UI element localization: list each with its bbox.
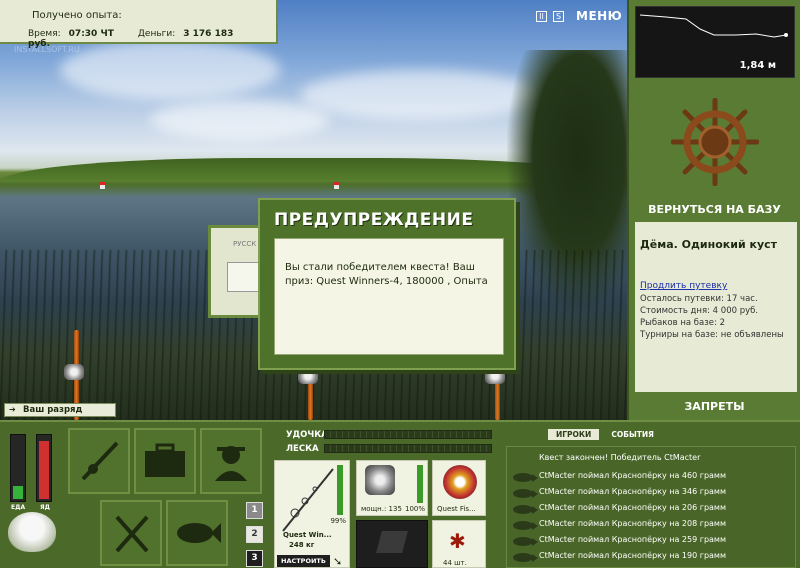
events-list: Квест закончен! Победитель CtMacter CtMa… (506, 446, 796, 568)
sound-button[interactable]: S (553, 10, 564, 22)
depth-value: 1,84 м (739, 60, 776, 71)
ant-icon: ✱ (449, 529, 466, 553)
events-panel: ИГРОКИ СОБЫТИЯ Квест закончен! Победител… (500, 424, 800, 568)
rod-slot[interactable]: 99% Quest Win... 248 кг НАСТРОИТЬ ➘ (274, 460, 350, 568)
reel-slot[interactable]: мощн.: 135 100% (356, 460, 428, 516)
warning-dialog[interactable]: ПРЕДУПРЕЖДЕНИЕ Вы стали победителем квес… (258, 198, 516, 370)
knife-fork-icon (115, 515, 149, 553)
reel-power: мощн.: 135 (361, 505, 402, 513)
rod-icon (282, 468, 334, 532)
location-name: Дёма. Одинокий куст (640, 238, 778, 251)
bans-button[interactable]: ЗАПРЕТЫ (629, 400, 800, 413)
list-item: CtMacter поймал Краснопёрку на 259 грамм (539, 535, 726, 544)
rod-wear-bar (337, 465, 343, 515)
food-gauge (10, 434, 26, 502)
float-icon (376, 531, 408, 553)
list-item: CtMacter поймал Краснопёрку на 206 грамм (539, 503, 726, 512)
float-bobber[interactable] (334, 182, 339, 189)
ship-wheel-icon[interactable] (671, 98, 759, 186)
reel-icon (365, 465, 395, 495)
tab-players[interactable]: ИГРОКИ (548, 429, 600, 440)
location-info: Дёма. Одинокий куст Продлить путевку Ост… (635, 222, 797, 392)
fish-icon (513, 473, 538, 482)
line-spool-icon (443, 465, 477, 499)
poison-label: ЯД (40, 504, 50, 511)
depth-meter: 1,84 м (635, 6, 795, 78)
dialog-message: Вы стали победителем квеста! Ваш приз: Q… (274, 238, 504, 355)
experience-label: Получено опыта: (32, 10, 122, 21)
food-bowl-icon[interactable] (8, 512, 56, 552)
page-3-button[interactable]: 3 (246, 550, 263, 567)
money-label: Деньги: (137, 29, 176, 39)
cloud (300, 70, 540, 120)
fish-icon (513, 489, 538, 498)
tackle-panel: УДОЧКА ЛЕСКА 99% Quest Win... 248 кг НАС… (272, 424, 498, 568)
dialog-title: ПРЕДУПРЕЖДЕНИЕ (274, 210, 474, 230)
events-tabs: ИГРОКИ СОБЫТИЯ (548, 429, 662, 440)
bottom-panel: ЕДА ЯД 1 2 3 УДОЧКА ЛЕСКА 99% Quest Win.… (0, 420, 800, 568)
time-label: Время: (28, 29, 61, 39)
page-2-button[interactable]: 2 (246, 526, 263, 543)
reel-wear-bar (417, 465, 423, 503)
bait-count: 44 шт. (443, 559, 467, 567)
float-bobber[interactable] (100, 182, 105, 189)
list-item: CtMacter поймал Краснопёрку на 346 грамм (539, 487, 726, 496)
reel-percent: 100% (404, 505, 425, 513)
tournaments-status: Турниры на базе: не объявлены (640, 330, 784, 340)
menu-button[interactable]: МЕНЮ (576, 9, 622, 23)
rank-notification[interactable]: ➔ Ваш разряд вырос! (4, 403, 116, 427)
permit-remaining: Осталось путевки: 17 час. (640, 294, 758, 304)
food-label: ЕДА (11, 504, 26, 511)
list-item: CtMacter поймал Краснопёрку на 460 грамм (539, 471, 726, 480)
time-value: 07:30 ЧТ (68, 29, 114, 39)
fish-icon (177, 523, 221, 543)
rod-weight: 248 кг (289, 541, 315, 549)
bait-slot[interactable]: ✱ 44 шт. (432, 520, 486, 568)
float-slot[interactable] (356, 520, 428, 568)
tab-events[interactable]: СОБЫТИЯ (603, 429, 662, 440)
fish-icon (513, 553, 538, 562)
right-panel: 1,84 м ВЕРНУТЬСЯ НА БАЗУ Дёма. Одинокий … (627, 0, 800, 420)
day-cost: Стоимость дня: 4 000 руб. (640, 306, 759, 316)
cloud (150, 100, 330, 140)
fishing-rod-icon (81, 441, 119, 481)
fish-icon (513, 521, 538, 530)
rod-name: Quest Win... (283, 531, 332, 539)
tackle-box-icon (145, 443, 185, 477)
line-label: ЛЕСКА (286, 444, 319, 454)
player-info-panel: Получено опыта: Время: 07:30 ЧТ Деньги: 3 1… (0, 0, 278, 49)
extend-permit-link[interactable]: Продлить путевку (640, 281, 792, 291)
anglers-count: Рыбаков на базе: 2 (640, 318, 725, 328)
status-gauges: ЕДА ЯД (6, 434, 56, 514)
page-1-button[interactable]: 1 (246, 502, 263, 519)
fish-icon (513, 505, 538, 514)
fish-icon (513, 537, 538, 546)
tackle-box-button[interactable] (134, 428, 196, 494)
fish-cage-button[interactable] (166, 500, 228, 566)
line-name: Quest Fis... (437, 505, 476, 513)
line-tension-bar (324, 444, 492, 453)
tune-button[interactable]: НАСТРОИТЬ (277, 555, 330, 567)
fisherman-icon (215, 446, 247, 481)
reel-3[interactable] (485, 368, 505, 384)
cloud (60, 40, 280, 100)
arrow-down-right-icon[interactable]: ➘ (333, 555, 342, 568)
rod-label: УДОЧКА (286, 430, 328, 440)
top-controls: II S МЕНЮ (536, 9, 622, 23)
fisherman-button[interactable] (200, 428, 262, 494)
reel-2[interactable] (298, 368, 318, 384)
rods-button[interactable] (68, 428, 130, 494)
cooking-button[interactable] (100, 500, 162, 566)
list-item: CtMacter поймал Краснопёрку на 190 грамм (539, 551, 726, 560)
rod-tension-bar (324, 430, 492, 439)
list-item: Квест закончен! Победитель CtMacter (539, 453, 701, 462)
pause-button[interactable]: II (536, 10, 547, 22)
line-slot[interactable]: Quest Fis... (432, 460, 486, 516)
poison-gauge (36, 434, 52, 502)
rod-percent: 99% (330, 517, 346, 525)
return-to-base-button[interactable]: ВЕРНУТЬСЯ НА БАЗУ (629, 203, 800, 216)
arrow-right-icon: ➔ (9, 405, 16, 414)
reel-1[interactable] (64, 364, 84, 380)
list-item: CtMacter поймал Краснопёрку на 208 грамм (539, 519, 726, 528)
